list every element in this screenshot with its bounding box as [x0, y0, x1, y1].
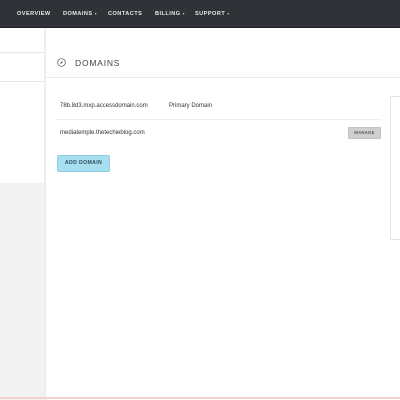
chevron-down-icon: ▾: [94, 11, 98, 16]
top-navigation: OVERVIEW DOMAINS ▾ CONTACTS BILLING ▾ SUPP…: [0, 0, 400, 28]
nav-billing[interactable]: BILLING ▾: [155, 11, 185, 17]
nav-support[interactable]: SUPPORT ▾: [195, 11, 230, 17]
manage-button[interactable]: MANAGE: [348, 127, 381, 139]
page-title: DOMAINS: [75, 58, 121, 68]
side-panel: [390, 96, 400, 240]
sidebar-divider: [0, 81, 44, 82]
domain-name: mediatemple.thetechieblog.com: [60, 130, 145, 136]
main-content: DOMAINS 78b.8d3.mxp.accessdomain.com Pri…: [45, 28, 400, 400]
domain-type-label: Primary Domain: [169, 103, 213, 109]
page-header: DOMAINS: [46, 28, 400, 78]
chevron-down-icon: ▾: [227, 11, 230, 16]
bottom-accent-line: [0, 397, 400, 399]
nav-overview-label: OVERVIEW: [17, 11, 51, 17]
nav-contacts-label: CONTACTS: [108, 11, 143, 17]
nav-contacts[interactable]: CONTACTS: [108, 11, 142, 17]
chevron-down-icon: ▾: [182, 11, 185, 16]
domain-row: mediatemple.thetechieblog.com MANAGE: [56, 121, 382, 147]
add-domain-button[interactable]: ADD DOMAIN: [57, 155, 110, 172]
nav-domains-label: DOMAINS: [63, 11, 93, 17]
domain-row: 78b.8d3.mxp.accessdomain.com Primary Dom…: [56, 94, 382, 120]
nav-domains[interactable]: DOMAINS ▾: [63, 11, 97, 17]
domain-name: 78b.8d3.mxp.accessdomain.com: [60, 103, 148, 109]
nav-support-label: SUPPORT: [195, 11, 226, 17]
nav-billing-label: BILLING: [155, 11, 181, 17]
sidebar-card: [0, 28, 44, 183]
left-sidebar: [0, 28, 44, 400]
globe-icon: [57, 58, 66, 67]
sidebar-divider: [0, 52, 44, 53]
nav-overview[interactable]: OVERVIEW: [17, 11, 51, 17]
